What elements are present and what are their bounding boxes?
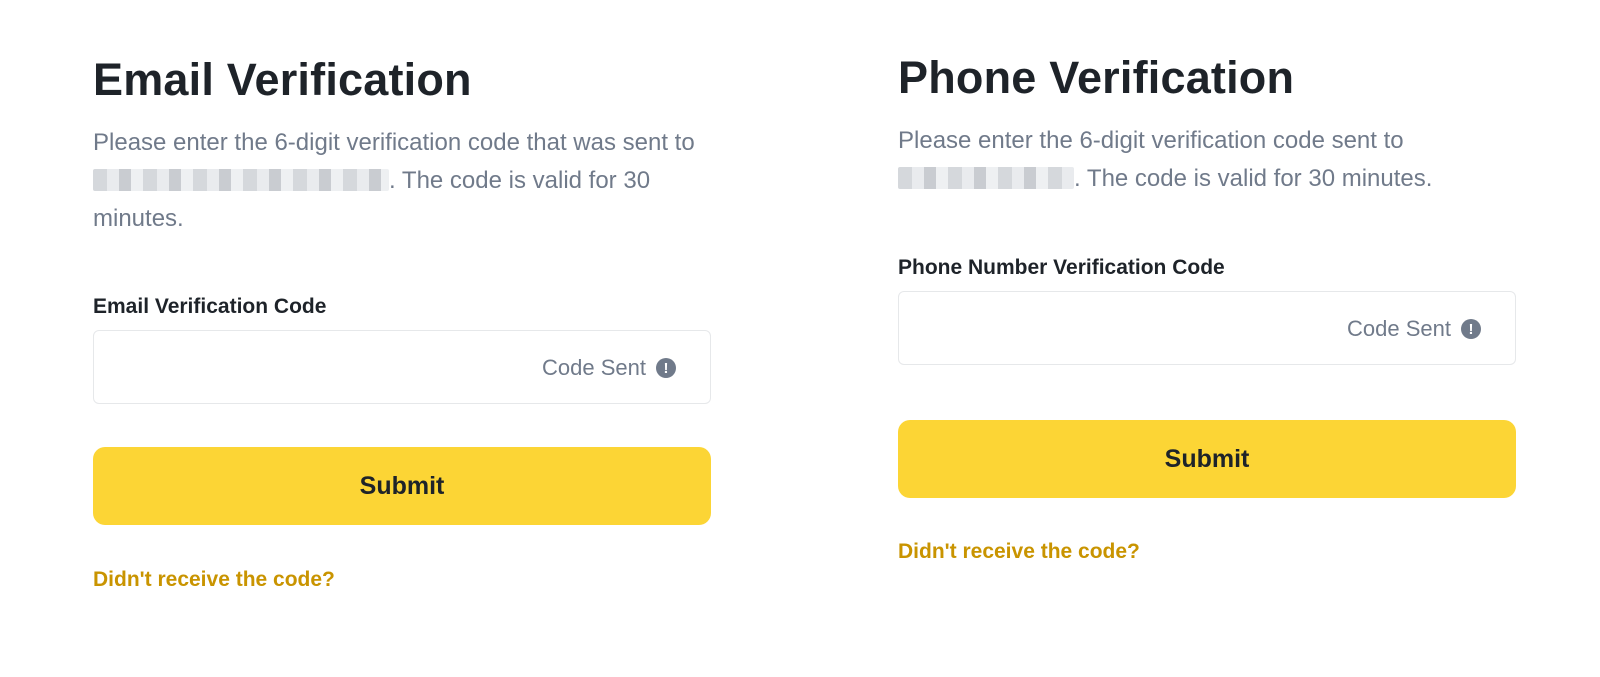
email-code-sent-status: Code Sent !: [542, 355, 676, 381]
email-code-field[interactable]: Code Sent !: [93, 330, 711, 404]
phone-code-sent-status: Code Sent !: [1347, 316, 1481, 342]
phone-code-label: Phone Number Verification Code: [898, 256, 1225, 279]
email-code-label: Email Verification Code: [93, 295, 327, 318]
email-verification-title: Email Verification: [93, 54, 472, 105]
phone-description-text-before: Please enter the 6-digit verification co…: [898, 127, 1404, 154]
phone-code-field[interactable]: Code Sent !: [898, 291, 1516, 365]
exclamation-circle-icon[interactable]: !: [1461, 319, 1481, 339]
email-description-text-before: Please enter the 6-digit verification co…: [93, 129, 695, 156]
redacted-phone-number: [898, 167, 1074, 189]
email-verification-description: Please enter the 6-digit verification co…: [93, 124, 713, 238]
phone-submit-button[interactable]: Submit: [898, 420, 1516, 498]
phone-code-sent-text: Code Sent: [1347, 316, 1451, 341]
phone-verification-description: Please enter the 6-digit verification co…: [898, 122, 1518, 198]
phone-code-input[interactable]: [913, 306, 1317, 352]
phone-description-text-after: . The code is valid for 30 minutes.: [1074, 165, 1433, 192]
email-code-sent-text: Code Sent: [542, 355, 646, 380]
phone-verification-title: Phone Verification: [898, 52, 1295, 103]
exclamation-circle-icon[interactable]: !: [656, 358, 676, 378]
email-resend-link[interactable]: Didn't receive the code?: [93, 568, 335, 592]
email-code-input[interactable]: [108, 345, 512, 391]
phone-resend-link[interactable]: Didn't receive the code?: [898, 540, 1140, 564]
email-submit-button[interactable]: Submit: [93, 447, 711, 525]
redacted-email-address: [93, 169, 389, 191]
